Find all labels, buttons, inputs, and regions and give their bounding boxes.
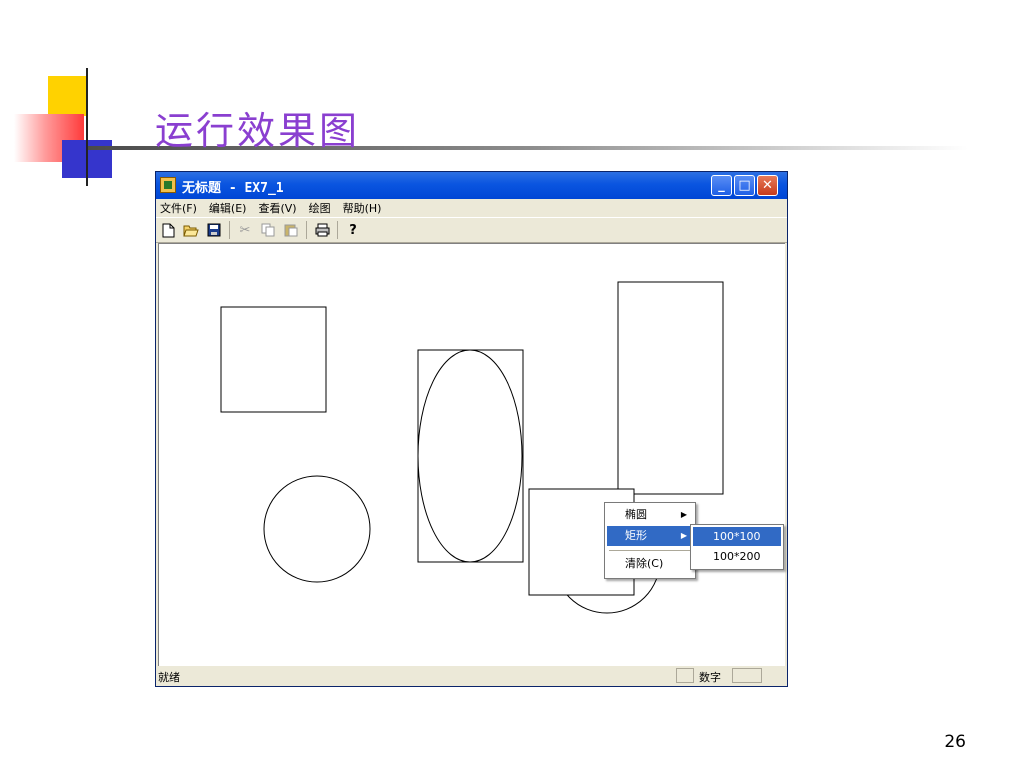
toolbar: ✂ ? bbox=[156, 217, 787, 243]
new-file-icon[interactable] bbox=[160, 222, 176, 238]
menu-separator bbox=[609, 550, 691, 551]
status-bar: 就绪 数字 bbox=[156, 666, 787, 686]
status-pane bbox=[732, 668, 762, 683]
title-bar[interactable]: 无标题 - EX7_1 _ □ ✕ bbox=[156, 172, 787, 199]
toolbar-separator bbox=[229, 221, 230, 239]
save-icon[interactable] bbox=[206, 222, 222, 238]
status-pane bbox=[676, 668, 694, 683]
cut-icon[interactable]: ✂ bbox=[237, 222, 253, 238]
submenu-item-100x200[interactable]: 100*200 bbox=[693, 547, 781, 566]
maximize-button[interactable]: □ bbox=[734, 175, 755, 196]
toolbar-separator bbox=[337, 221, 338, 239]
decoration-yellow-square bbox=[48, 76, 88, 116]
decoration-vertical-line bbox=[86, 68, 88, 186]
submenu-arrow-icon: ▶ bbox=[680, 510, 687, 519]
menu-item-label: 矩形 bbox=[625, 529, 647, 542]
square-shape bbox=[220, 306, 327, 413]
open-folder-icon[interactable] bbox=[183, 222, 199, 238]
toolbar-separator bbox=[306, 221, 307, 239]
slide-title: 运行效果图 bbox=[155, 109, 361, 153]
copy-icon[interactable] bbox=[260, 222, 276, 238]
menu-bar: 文件(F) 编辑(E) 查看(V) 绘图 帮助(H) bbox=[156, 199, 787, 217]
close-button[interactable]: ✕ bbox=[757, 175, 778, 196]
menu-draw[interactable]: 绘图 bbox=[309, 200, 331, 216]
drawing-canvas[interactable] bbox=[158, 243, 785, 666]
status-text: 就绪 bbox=[158, 671, 180, 684]
menu-edit[interactable]: 编辑(E) bbox=[209, 200, 247, 216]
menu-item-clear[interactable]: 清除(C) bbox=[607, 554, 693, 574]
paste-icon[interactable] bbox=[283, 222, 299, 238]
menu-item-rectangle[interactable]: 矩形 ▶ bbox=[607, 526, 693, 546]
help-icon[interactable]: ? bbox=[345, 222, 361, 238]
menu-item-label: 椭圆 bbox=[625, 508, 647, 521]
app-window: 无标题 - EX7_1 _ □ ✕ 文件(F) 编辑(E) 查看(V) 绘图 帮… bbox=[155, 171, 788, 687]
minimize-button[interactable]: _ bbox=[711, 175, 732, 196]
menu-file[interactable]: 文件(F) bbox=[160, 200, 197, 216]
menu-help[interactable]: 帮助(H) bbox=[343, 200, 382, 216]
menu-view[interactable]: 查看(V) bbox=[258, 200, 296, 216]
page-number: 26 bbox=[944, 732, 966, 752]
submenu-item-100x100[interactable]: 100*100 bbox=[693, 527, 781, 546]
window-title: 无标题 - EX7_1 bbox=[182, 181, 284, 196]
menu-item-label: 清除(C) bbox=[625, 557, 664, 570]
menu-item-ellipse[interactable]: 椭圆 ▶ bbox=[607, 505, 693, 525]
ellipse-shape bbox=[417, 349, 523, 563]
num-lock-indicator: 数字 bbox=[699, 671, 721, 684]
submenu-arrow-icon: ▶ bbox=[680, 531, 687, 540]
app-icon bbox=[160, 177, 176, 193]
tall-rectangle-shape bbox=[617, 281, 724, 495]
circle-shape bbox=[263, 475, 371, 583]
submenu: 100*100 100*200 bbox=[690, 524, 784, 570]
print-icon[interactable] bbox=[314, 222, 330, 238]
context-menu: 椭圆 ▶ 矩形 ▶ 清除(C) bbox=[604, 502, 696, 579]
